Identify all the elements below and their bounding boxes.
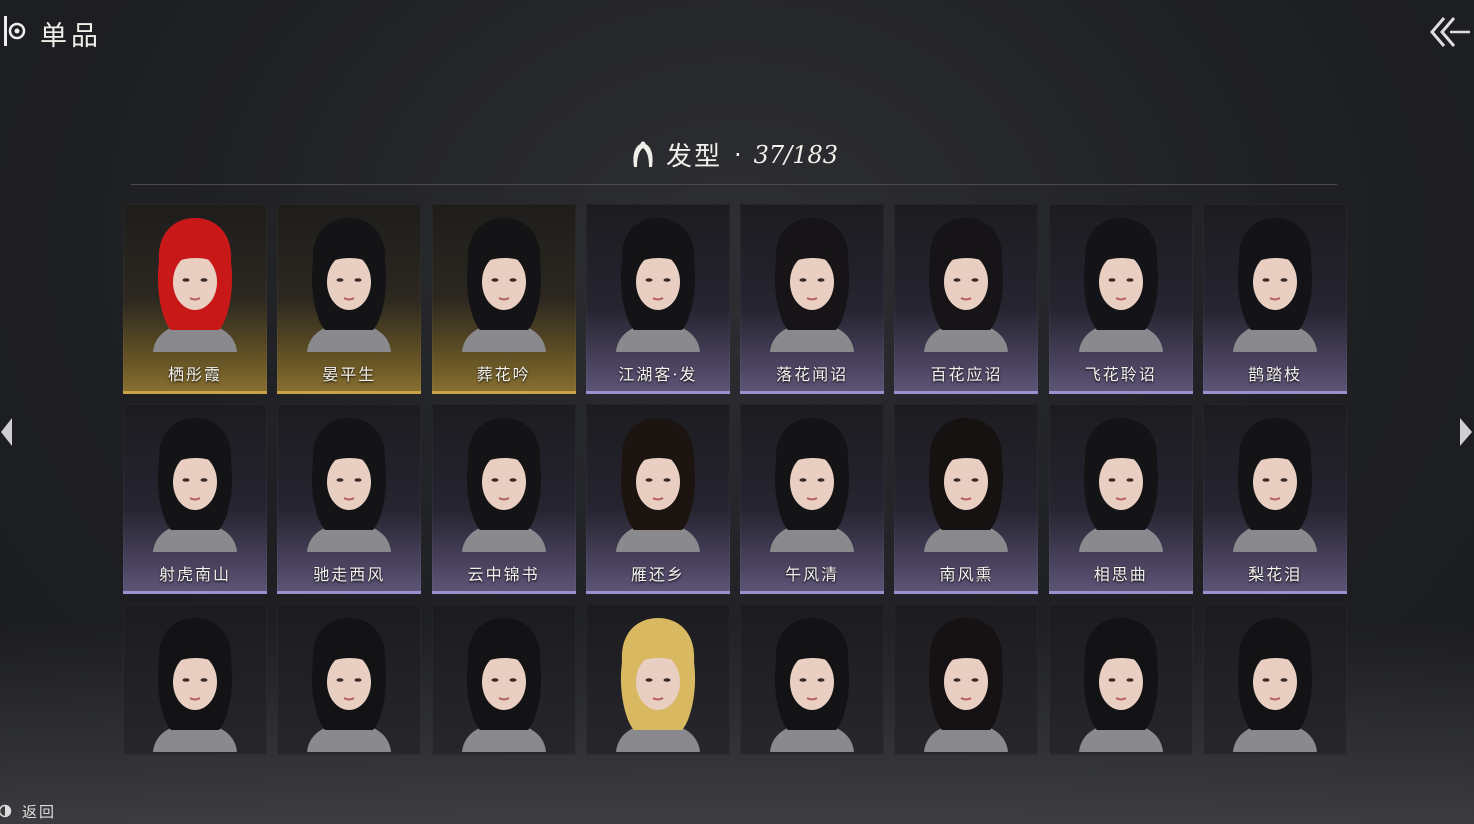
portrait-image	[1078, 618, 1163, 752]
card-name: 梨花泪	[1248, 565, 1303, 584]
triangle-right-icon[interactable]	[1456, 416, 1474, 448]
hairstyle-card[interactable]: 葬花吟	[431, 204, 576, 394]
card-name: 江湖客·发	[618, 365, 698, 384]
section-header: 发型 · 37/183	[131, 132, 1337, 185]
portrait-image	[924, 618, 1009, 752]
rarity-bar	[1048, 391, 1193, 394]
card-name: 落花闻诏	[776, 365, 849, 384]
card-name: 晏平生	[322, 365, 377, 384]
portrait-image	[1233, 618, 1318, 752]
portrait-image	[1233, 418, 1318, 552]
portrait-image	[1078, 418, 1163, 552]
hairstyle-card[interactable]: 鹊踏枝	[1203, 204, 1348, 394]
hairstyle-grid: 栖彤霞 晏平生 葬花吟 江湖客·发 落花闻诏 百花应诏 飞花聆诏 鹊踏枝射虎南山 驰走西风 云中锦…	[123, 204, 1348, 755]
portrait-image	[770, 418, 855, 552]
hairstyle-card[interactable]: 江湖客·发	[585, 204, 730, 394]
hairstyle-card[interactable]: 驰走西风	[277, 404, 422, 594]
portrait-image	[615, 218, 700, 352]
hairstyle-card[interactable]	[740, 604, 885, 755]
portrait-image	[461, 618, 546, 752]
hairstyle-card[interactable]: 百花应诏	[894, 204, 1039, 394]
back-icon	[0, 804, 12, 818]
portrait-image	[770, 218, 855, 352]
hairstyle-card[interactable]: 南风熏	[894, 404, 1039, 594]
portrait-image	[461, 418, 546, 552]
rarity-bar	[740, 591, 885, 594]
portrait-image	[307, 618, 392, 752]
rarity-bar	[894, 391, 1039, 394]
hairstyle-card[interactable]: 云中锦书	[431, 404, 576, 594]
card-name: 鹊踏枝	[1248, 365, 1303, 384]
portrait-image	[307, 218, 392, 352]
back-label: 返回	[22, 802, 57, 821]
portrait-image	[615, 618, 700, 752]
rarity-bar	[1203, 391, 1348, 394]
page-title: 单品	[40, 21, 102, 52]
portrait-image	[770, 618, 855, 752]
card-name: 驰走西风	[313, 565, 386, 584]
hairstyle-card[interactable]	[1203, 604, 1348, 755]
rarity-bar	[123, 591, 267, 594]
double-chevron-left-icon[interactable]	[1428, 14, 1470, 50]
rarity-bar	[431, 391, 576, 394]
card-name: 午风清	[785, 565, 840, 584]
card-name: 百花应诏	[930, 365, 1003, 384]
rarity-bar	[1048, 591, 1193, 594]
hairstyle-card[interactable]	[277, 604, 422, 755]
hairstyle-card[interactable]: 射虎南山	[123, 404, 267, 594]
category-label: 发型	[665, 142, 722, 172]
collection-counter: 37/183	[753, 140, 839, 169]
separator: ·	[733, 140, 742, 169]
card-name: 云中锦书	[467, 565, 540, 584]
back-button[interactable]: 返回	[0, 798, 56, 824]
portrait-image	[153, 618, 237, 752]
portrait-image	[1078, 218, 1163, 352]
portrait-image	[153, 218, 237, 352]
portrait-image	[615, 418, 700, 552]
hair-icon	[633, 141, 653, 167]
hairstyle-card[interactable]	[894, 604, 1039, 755]
hairstyle-card[interactable]: 落花闻诏	[740, 204, 885, 394]
rarity-bar	[585, 591, 730, 594]
portrait-image	[461, 218, 546, 352]
hairstyle-card[interactable]: 雁还乡	[585, 404, 730, 594]
card-name: 相思曲	[1093, 565, 1148, 584]
hairstyle-card[interactable]: 飞花聆诏	[1048, 204, 1193, 394]
rarity-bar	[585, 391, 730, 394]
portrait-image	[153, 418, 237, 552]
card-name: 雁还乡	[630, 565, 685, 584]
portrait-image	[1233, 218, 1318, 352]
hairstyle-card[interactable]	[123, 604, 267, 755]
card-name: 南风熏	[939, 565, 994, 584]
card-name: 葬花吟	[476, 365, 531, 384]
rarity-bar	[277, 591, 422, 594]
hairstyle-card[interactable]: 晏平生	[277, 204, 422, 394]
rarity-bar	[740, 391, 885, 394]
hairstyle-card[interactable]	[585, 604, 730, 755]
rarity-bar	[1203, 591, 1348, 594]
hairstyle-card[interactable]: 栖彤霞	[123, 204, 267, 394]
portrait-image	[307, 418, 392, 552]
top-bar: 单品	[0, 0, 1474, 60]
card-name: 飞花聆诏	[1084, 365, 1157, 384]
portrait-image	[924, 418, 1009, 552]
rarity-bar	[894, 591, 1039, 594]
portrait-image	[924, 218, 1009, 352]
triangle-left-icon[interactable]	[0, 416, 14, 448]
card-name: 栖彤霞	[167, 365, 222, 384]
hairstyle-card[interactable]: 午风清	[740, 404, 885, 594]
rarity-bar	[123, 391, 267, 394]
hairstyle-card[interactable]: 相思曲	[1048, 404, 1193, 594]
hairstyle-card[interactable]	[431, 604, 576, 755]
hairstyle-card[interactable]: 梨花泪	[1203, 404, 1348, 594]
card-name: 射虎南山	[158, 565, 231, 584]
hairstyle-card[interactable]	[1048, 604, 1193, 755]
logo-icon	[4, 16, 26, 46]
rarity-bar	[277, 391, 422, 394]
rarity-bar	[431, 591, 576, 594]
